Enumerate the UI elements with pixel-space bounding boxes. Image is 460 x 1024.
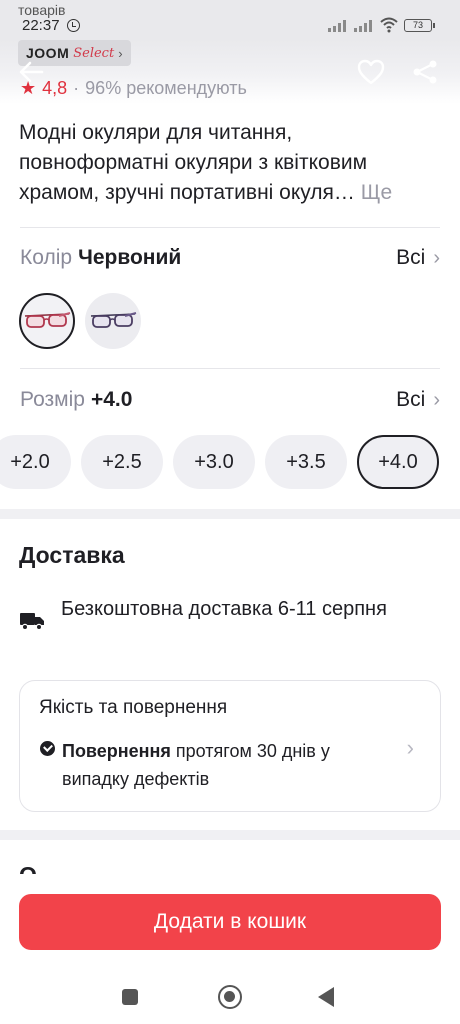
color-all-link[interactable]: Всі: [396, 246, 425, 270]
delivery-text: Безкоштовна доставка 6-11 серпня: [61, 598, 387, 620]
divider: [20, 227, 440, 228]
chevron-right-icon: ›: [433, 246, 440, 269]
share-icon[interactable]: [410, 58, 440, 86]
recents-icon[interactable]: [122, 989, 138, 1005]
color-swatch-red[interactable]: [19, 293, 75, 349]
next-section-title: О: [19, 862, 37, 874]
battery-level: 73: [412, 20, 423, 30]
chevron-right-icon: ›: [433, 388, 440, 411]
size-option-selected[interactable]: +4.0: [357, 435, 439, 489]
quality-title: Якість та повернення: [39, 697, 228, 718]
signal-icon: [328, 20, 346, 32]
star-icon: ★: [20, 78, 37, 98]
size-value: +4.0: [90, 388, 133, 411]
size-option[interactable]: +3.5: [265, 435, 347, 489]
size-all-link[interactable]: Всі: [396, 388, 425, 412]
divider: [20, 368, 440, 369]
size-option[interactable]: +2.0: [0, 435, 71, 489]
delivery-title: Доставка: [19, 542, 125, 568]
status-time: 22:37: [22, 17, 60, 34]
recommend-percent: 96% рекомендують: [85, 78, 247, 98]
add-to-cart-button[interactable]: Додати в кошик: [19, 894, 441, 950]
color-row[interactable]: Колір Червоний Всі ›: [20, 246, 440, 270]
product-title: Модні окуляри для читання, повноформатні…: [19, 118, 439, 208]
heart-icon[interactable]: [356, 58, 386, 86]
truck-icon: [20, 613, 44, 631]
color-swatch-purple[interactable]: [85, 293, 141, 349]
rating-row[interactable]: ★ 4,8 · 96% рекомендують: [20, 78, 247, 99]
color-value: Червоний: [78, 246, 182, 269]
purple-glasses-icon: [90, 312, 137, 328]
signal-icon-2: [354, 20, 372, 32]
status-bar: товарів 22:37 73: [0, 0, 460, 40]
home-icon[interactable]: [218, 985, 242, 1009]
return-bold: Повернення: [62, 741, 171, 761]
status-behind-text: товарів: [18, 2, 66, 18]
size-label: Розмір: [20, 388, 85, 411]
size-option[interactable]: +2.5: [81, 435, 163, 489]
size-row[interactable]: Розмір +4.0 Всі ›: [20, 388, 440, 412]
more-link[interactable]: Ще: [361, 181, 392, 204]
color-label: Колір: [20, 246, 73, 269]
return-policy-text: Повернення протягом 30 днів у випадку де…: [62, 737, 382, 793]
section-separator: [0, 830, 460, 840]
chevron-right-icon: ›: [406, 735, 414, 760]
back-triangle-icon[interactable]: [318, 987, 334, 1007]
product-title-text: Модні окуляри для читання, повноформатні…: [19, 121, 368, 204]
check-circle-icon: [40, 741, 55, 756]
red-glasses-icon: [24, 312, 71, 328]
chevron-right-icon: ›: [118, 45, 123, 61]
section-separator: [0, 509, 460, 519]
wifi-icon: [380, 17, 398, 33]
battery-icon: 73: [404, 19, 435, 32]
size-option[interactable]: +3.0: [173, 435, 255, 489]
alarm-icon: [67, 19, 80, 32]
quality-return-card[interactable]: Якість та повернення Повернення протягом…: [19, 680, 441, 812]
brand-sub: Select: [73, 45, 115, 61]
rating-separator: ·: [73, 78, 80, 98]
rating-value: 4,8: [42, 78, 68, 98]
system-nav-bar: [0, 960, 460, 1024]
